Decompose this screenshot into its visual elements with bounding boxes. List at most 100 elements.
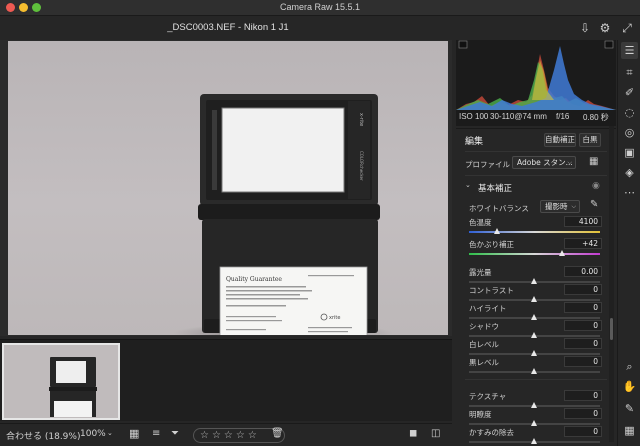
slider-value-field[interactable]: 0 — [564, 284, 602, 295]
slider-knob[interactable] — [531, 296, 537, 302]
lens-value: 30-110@74 mm — [490, 112, 547, 121]
slider-knob[interactable] — [531, 350, 537, 356]
chevron-down-icon: ⌵ — [571, 203, 576, 210]
white-balance-target — [221, 107, 345, 193]
slider-label: コントラスト — [469, 286, 514, 295]
slider-value-field[interactable]: 0 — [564, 320, 602, 331]
trash-icon[interactable]: 🗑 — [271, 428, 284, 439]
fullscreen-icon[interactable]: ⤢ — [619, 20, 635, 36]
masking-icon[interactable]: ◌ — [621, 104, 638, 121]
filter-icon[interactable]: ⏷ — [171, 428, 179, 439]
presets-icon[interactable]: ▣ — [621, 144, 638, 161]
slider-track[interactable] — [469, 368, 600, 374]
red-eye-icon[interactable]: ◎ — [621, 124, 638, 141]
zoom-icon[interactable]: ⌕ — [621, 358, 638, 375]
before-after-icon[interactable]: ◫ — [431, 428, 440, 439]
tool-strip: ☰ ⌗ ✐ ◌ ◎ ▣ ◈ ⋯ ⌕ ✋ ✎ ▦ — [617, 40, 640, 446]
slider-knob[interactable] — [531, 420, 537, 426]
single-view-icon[interactable]: ◼ — [409, 428, 417, 439]
slider-track[interactable] — [469, 314, 600, 320]
slider-label: 露光量 — [469, 268, 492, 277]
gear-icon[interactable]: ⚙ — [597, 20, 613, 36]
slider-value-field[interactable]: 0 — [564, 408, 602, 419]
basic-section-title[interactable]: 基本補正 — [478, 182, 512, 194]
slider-track[interactable] — [469, 350, 600, 356]
thumbnail-photo — [4, 345, 118, 418]
profile-dropdown[interactable]: Adobe スタン... ⌵ — [512, 156, 576, 169]
preview-photo: x-rite COLORchecker Quality Guarantee xr… — [8, 41, 448, 335]
eyedropper-icon[interactable]: ✎ — [590, 199, 598, 210]
bottom-bar: 合わせる (18.9%) 100% ⌄ ▦ ≡ ⏷ ☆☆☆☆☆ 🗑 ◼ ◫ — [0, 423, 452, 446]
zoom-100-button[interactable]: 100% — [80, 429, 106, 439]
slider-value-field[interactable]: 4100 — [564, 216, 602, 227]
hand-icon[interactable]: ✋ — [621, 378, 638, 395]
slider-value-field[interactable]: 0 — [564, 390, 602, 401]
more-icon[interactable]: ⋯ — [621, 184, 638, 201]
slider-label: 色温度 — [469, 218, 492, 227]
slider-track[interactable] — [469, 296, 600, 302]
profile-browser-icon[interactable]: ▦ — [589, 156, 598, 167]
sort-icon[interactable]: ≡ — [152, 428, 160, 439]
slider-knob[interactable] — [531, 332, 537, 338]
divider — [465, 151, 607, 152]
slider-track[interactable] — [469, 250, 600, 256]
slider-value-field[interactable]: 0 — [564, 426, 602, 437]
slider-value-field[interactable]: +42 — [564, 238, 602, 249]
slider-track[interactable] — [469, 420, 600, 426]
slider-value-field[interactable]: 0 — [564, 302, 602, 313]
image-header: _DSC0003.NEF - Nikon 1 J1 ⇩ ⚙ ⤢ — [0, 16, 640, 40]
slider-track[interactable] — [469, 228, 600, 234]
edit-title: 編集 — [465, 136, 484, 146]
healing-icon[interactable]: ✐ — [621, 84, 638, 101]
crop-icon[interactable]: ⌗ — [621, 64, 638, 81]
iso-value: ISO 100 — [459, 112, 489, 121]
panel-scroll-thumb[interactable] — [610, 318, 613, 340]
divider — [465, 175, 607, 176]
certificate-title: Quality Guarantee — [226, 276, 282, 283]
filmstrip-options-icon[interactable]: ▦ — [129, 427, 139, 440]
slider-knob[interactable] — [531, 278, 537, 284]
color-sampler-icon[interactable]: ✎ — [621, 400, 638, 417]
slider-knob[interactable] — [531, 368, 537, 374]
image-canvas[interactable]: x-rite COLORchecker Quality Guarantee xr… — [0, 40, 452, 336]
case-hinge — [198, 204, 380, 220]
colorchecker-photo: x-rite COLORchecker Quality Guarantee xr… — [173, 94, 393, 335]
grid-icon[interactable]: ▦ — [621, 422, 638, 439]
slider-label: 明瞭度 — [469, 410, 492, 419]
slider-value-field[interactable]: 0.00 — [564, 266, 602, 277]
white-balance-dropdown[interactable]: 撮影時 ⌵ — [540, 200, 580, 213]
slider-knob[interactable] — [494, 228, 501, 234]
filmstrip-thumbnail[interactable] — [2, 343, 120, 420]
slider-value-field[interactable]: 0 — [564, 356, 602, 367]
slider-track[interactable] — [469, 402, 600, 408]
lid-brand-text: x-rite — [358, 113, 364, 126]
panel-scrollbar[interactable] — [609, 126, 614, 442]
save-icon[interactable]: ⇩ — [577, 20, 593, 36]
window-title: Camera Raw 15.5.1 — [279, 2, 361, 12]
slider-knob[interactable] — [558, 250, 565, 256]
slider-value-field[interactable]: 0 — [564, 338, 602, 349]
slider-label: 黒レベル — [469, 358, 499, 367]
slider-track[interactable] — [469, 332, 600, 338]
zoom-dropdown-chevron-icon[interactable]: ⌄ — [107, 429, 113, 437]
slider-knob[interactable] — [531, 438, 537, 444]
snapshots-icon[interactable]: ◈ — [621, 164, 638, 181]
fit-zoom-button[interactable]: 合わせる (18.9%) — [6, 429, 80, 442]
histogram-graph — [456, 40, 616, 110]
chevron-down-icon[interactable]: ⌄ — [465, 181, 471, 189]
slider-knob[interactable] — [531, 314, 537, 320]
shutter-value: 0.80 秒 — [583, 113, 609, 122]
slider-label: 白レベル — [469, 340, 499, 349]
slider-track[interactable] — [469, 278, 600, 284]
chevron-down-icon: ⌵ — [567, 159, 572, 166]
edit-sliders-icon[interactable]: ☰ — [621, 42, 638, 59]
lid-side-text: COLORchecker — [359, 151, 364, 181]
slider-track[interactable] — [469, 438, 600, 444]
certificate-logo: xrite — [329, 315, 340, 321]
black-white-button[interactable]: 白黒 — [579, 133, 601, 147]
eye-icon[interactable]: ◉ — [592, 181, 600, 191]
slider-label: 色かぶり補正 — [469, 240, 514, 249]
slider-knob[interactable] — [531, 402, 537, 408]
auto-button[interactable]: 自動補正 — [544, 133, 576, 147]
shadow-clipping-icon — [458, 40, 468, 49]
